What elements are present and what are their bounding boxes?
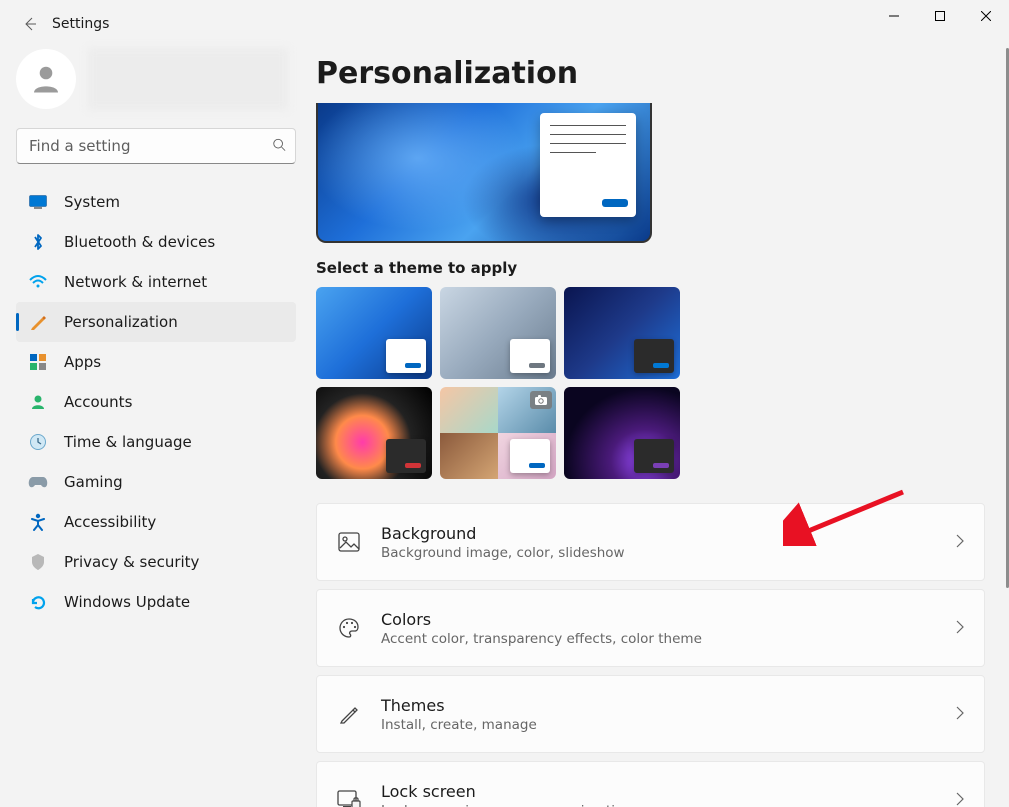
search-input[interactable]: [16, 128, 296, 164]
sidebar-item-label: Network & internet: [64, 273, 207, 291]
sidebar-item-accessibility[interactable]: Accessibility: [16, 502, 296, 542]
system-icon: [28, 192, 48, 212]
sidebar-item-network[interactable]: Network & internet: [16, 262, 296, 302]
chevron-right-icon: [956, 705, 964, 724]
card-subtitle: Background image, color, slideshow: [381, 545, 936, 561]
gaming-icon: [28, 472, 48, 492]
bluetooth-icon: [28, 232, 48, 252]
sidebar-item-privacy[interactable]: Privacy & security: [16, 542, 296, 582]
card-background[interactable]: Background Background image, color, slid…: [316, 503, 985, 581]
preview-sample-window: [540, 113, 636, 217]
chevron-right-icon: [956, 619, 964, 638]
apps-icon: [28, 352, 48, 372]
card-title: Background: [381, 524, 936, 543]
theme-option-2[interactable]: [440, 287, 556, 379]
sidebar-item-gaming[interactable]: Gaming: [16, 462, 296, 502]
avatar: [16, 49, 76, 109]
search-icon: [272, 137, 286, 156]
sidebar-item-apps[interactable]: Apps: [16, 342, 296, 382]
user-info-redacted: [88, 48, 288, 110]
lockscreen-icon: [337, 788, 361, 807]
minimize-icon: [889, 11, 899, 21]
sidebar-item-time[interactable]: Time & language: [16, 422, 296, 462]
sidebar-item-label: Bluetooth & devices: [64, 233, 215, 251]
picture-icon: [337, 530, 361, 554]
person-icon: [28, 61, 64, 97]
update-icon: [28, 592, 48, 612]
card-subtitle: Lock screen images, apps, animations: [381, 803, 936, 807]
card-title: Lock screen: [381, 782, 936, 801]
card-title: Themes: [381, 696, 936, 715]
sidebar: System Bluetooth & devices Network & int…: [0, 48, 308, 807]
shield-icon: [28, 552, 48, 572]
personalization-icon: [28, 312, 48, 332]
desktop-preview[interactable]: [316, 103, 652, 243]
back-arrow-icon: [22, 16, 38, 32]
theme-option-1[interactable]: [316, 287, 432, 379]
maximize-button[interactable]: [917, 0, 963, 32]
card-subtitle: Install, create, manage: [381, 717, 936, 733]
palette-icon: [337, 616, 361, 640]
accessibility-icon: [28, 512, 48, 532]
minimize-button[interactable]: [871, 0, 917, 32]
sidebar-item-bluetooth[interactable]: Bluetooth & devices: [16, 222, 296, 262]
sidebar-item-label: Windows Update: [64, 593, 190, 611]
theme-section-label: Select a theme to apply: [316, 259, 985, 277]
app-title: Settings: [52, 16, 109, 32]
sidebar-item-label: Accounts: [64, 393, 132, 411]
sidebar-item-label: Apps: [64, 353, 101, 371]
spotlight-camera-icon: [530, 391, 552, 409]
wifi-icon: [28, 272, 48, 292]
sidebar-item-label: System: [64, 193, 120, 211]
sidebar-item-label: Gaming: [64, 473, 123, 491]
theme-option-5[interactable]: [440, 387, 556, 479]
nav-list: System Bluetooth & devices Network & int…: [16, 182, 296, 622]
content-area: Personalization Select a theme to apply: [308, 48, 1009, 807]
maximize-icon: [935, 11, 945, 21]
card-lockscreen[interactable]: Lock screen Lock screen images, apps, an…: [316, 761, 985, 807]
sidebar-item-system[interactable]: System: [16, 182, 296, 222]
sidebar-item-label: Accessibility: [64, 513, 156, 531]
page-title: Personalization: [316, 56, 985, 91]
sidebar-item-accounts[interactable]: Accounts: [16, 382, 296, 422]
theme-option-6[interactable]: [564, 387, 680, 479]
accounts-icon: [28, 392, 48, 412]
theme-grid: [316, 287, 985, 479]
sidebar-item-update[interactable]: Windows Update: [16, 582, 296, 622]
card-subtitle: Accent color, transparency effects, colo…: [381, 631, 936, 647]
sidebar-item-label: Privacy & security: [64, 553, 199, 571]
chevron-right-icon: [956, 533, 964, 552]
sidebar-item-label: Personalization: [64, 313, 178, 331]
sidebar-item-personalization[interactable]: Personalization: [16, 302, 296, 342]
chevron-right-icon: [956, 791, 964, 807]
close-button[interactable]: [963, 0, 1009, 32]
card-themes[interactable]: Themes Install, create, manage: [316, 675, 985, 753]
sidebar-item-label: Time & language: [64, 433, 192, 451]
time-icon: [28, 432, 48, 452]
card-colors[interactable]: Colors Accent color, transparency effect…: [316, 589, 985, 667]
user-account-block[interactable]: [16, 48, 296, 110]
back-button[interactable]: [16, 10, 44, 38]
card-title: Colors: [381, 610, 936, 629]
pen-icon: [337, 702, 361, 726]
theme-option-3[interactable]: [564, 287, 680, 379]
close-icon: [981, 11, 991, 21]
theme-option-4[interactable]: [316, 387, 432, 479]
